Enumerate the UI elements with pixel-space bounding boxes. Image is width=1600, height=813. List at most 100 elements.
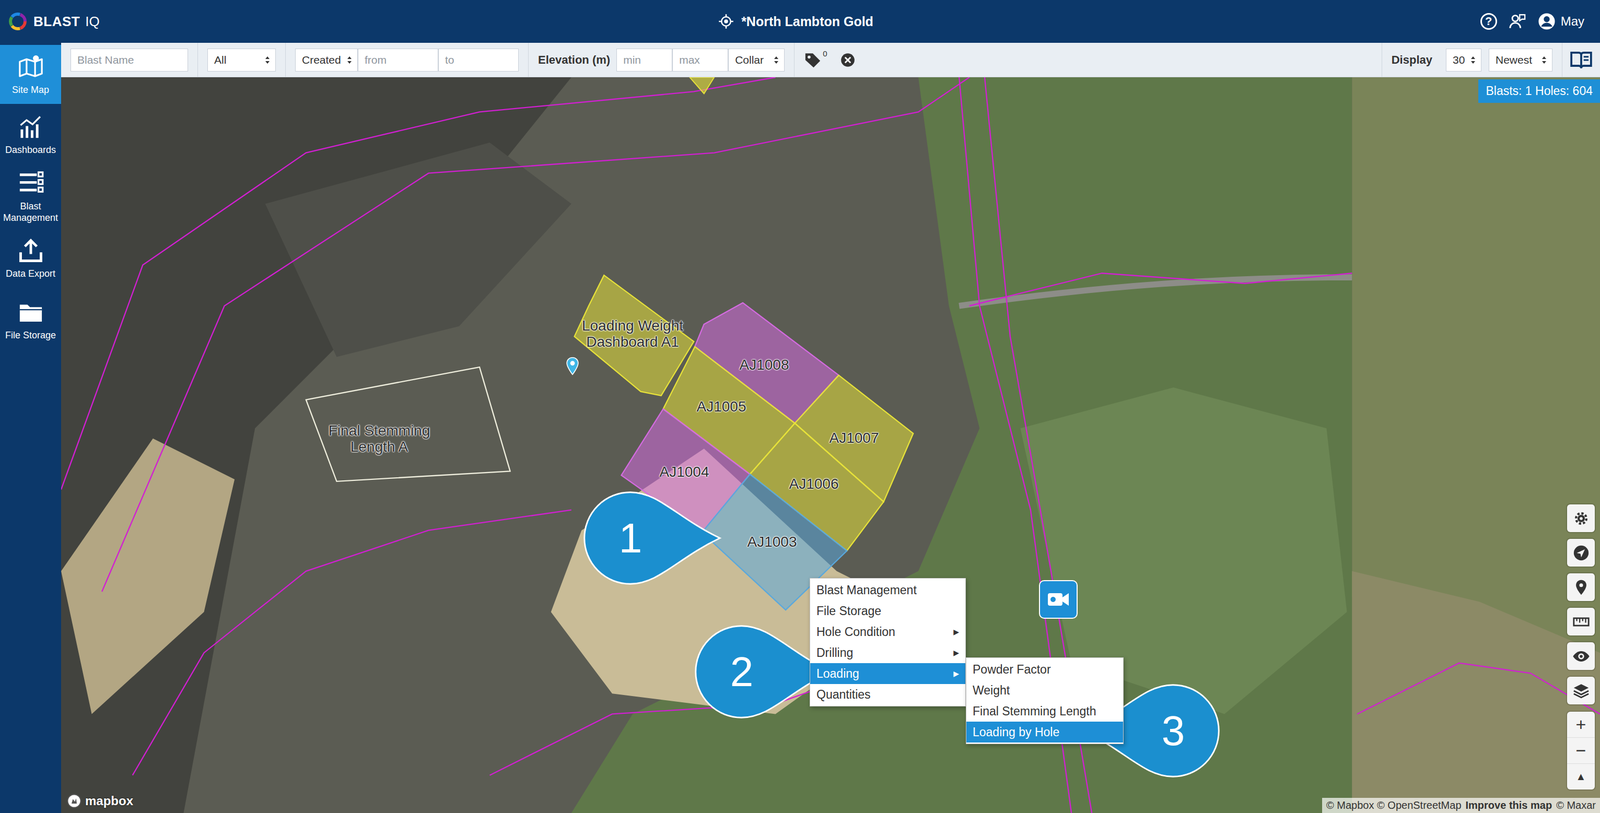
- locate-button[interactable]: [1567, 539, 1595, 567]
- callout-number: 2: [695, 621, 788, 723]
- menu-item-label: Weight: [972, 683, 1010, 698]
- blast-shape[interactable]: [306, 367, 511, 482]
- display-group: Display 30Newest: [1381, 42, 1563, 77]
- top-bar: BLASTIQ*North Lambton Gold? May: [0, 0, 1600, 43]
- tag-group: 0: [794, 42, 865, 77]
- submenu-item[interactable]: Final Stemming Length: [966, 701, 1124, 722]
- logo[interactable]: BLASTIQ: [7, 10, 719, 32]
- submenu-arrow: ▶: [953, 667, 960, 681]
- elevation-ref-select[interactable]: Collar: [728, 48, 785, 72]
- blast-label[interactable]: AJ1003: [747, 534, 798, 551]
- mapbox-logo[interactable]: mapbox: [66, 793, 134, 810]
- attribution-imagery[interactable]: © Maxar: [1556, 799, 1596, 812]
- site-selector[interactable]: *North Lambton Gold: [718, 13, 874, 30]
- blast-label[interactable]: AJ1008: [739, 357, 790, 374]
- main: AllCreatedElevation (m)Collar0Display30N…: [61, 42, 1600, 813]
- marker-button[interactable]: [1567, 573, 1595, 602]
- sidebar-item[interactable]: File Storage: [0, 289, 62, 352]
- blast-label[interactable]: Final Stemming Length A: [316, 423, 442, 456]
- logo-suffix: IQ: [85, 13, 100, 30]
- layers-icon: [1572, 682, 1591, 700]
- zoom-in-button[interactable]: +: [1567, 711, 1595, 739]
- tag-filter[interactable]: 0: [803, 51, 827, 69]
- sidebar-label: Data Export: [5, 268, 56, 280]
- submenu-item[interactable]: Powder Factor: [966, 659, 1124, 681]
- attribution-credits[interactable]: © Mapbox © OpenStreetMap: [1326, 799, 1462, 812]
- legend-toggle[interactable]: [1562, 42, 1600, 77]
- submenu-item[interactable]: Loading by Hole: [966, 721, 1124, 743]
- book-icon: [1569, 50, 1593, 70]
- zoom-controls: +−▲: [1567, 711, 1595, 790]
- context-menu-item[interactable]: File Storage: [810, 600, 966, 622]
- body: Site Map Dashboards Blast Management Data E…: [0, 42, 1600, 813]
- context-menu-item[interactable]: Loading▶: [810, 663, 966, 685]
- date-from-input[interactable]: [357, 48, 439, 72]
- submenu-arrow: ▶: [953, 646, 960, 660]
- clear-filters-icon[interactable]: [840, 52, 856, 68]
- help-button[interactable]: ?: [1480, 13, 1498, 30]
- callout-number: 3: [1127, 680, 1220, 782]
- sidebar-item[interactable]: Data Export: [0, 227, 62, 290]
- ruler-icon: [1572, 613, 1591, 632]
- sidebar-label: Dashboards: [5, 144, 56, 157]
- menu-item-label: Hole Condition: [816, 625, 896, 639]
- layers-button[interactable]: [1567, 676, 1595, 705]
- date-field-select[interactable]: Created: [295, 48, 358, 72]
- context-menu-item[interactable]: Blast Management: [810, 579, 966, 601]
- filter-bar: AllCreatedElevation (m)Collar0Display30N…: [61, 42, 1600, 78]
- folder-icon: [17, 298, 45, 326]
- blast-label[interactable]: AJ1006: [789, 476, 839, 493]
- date-to-input[interactable]: [438, 48, 519, 72]
- context-menu: Blast ManagementFile StorageHole Conditi…: [809, 578, 966, 707]
- context-menu-item[interactable]: Drilling ▶: [810, 642, 966, 664]
- blast-shape[interactable]: [689, 77, 715, 94]
- north-button[interactable]: ▲: [1567, 764, 1595, 790]
- sidebar-item[interactable]: Blast Management: [0, 165, 62, 228]
- date-group: Created: [285, 42, 529, 77]
- sort-select[interactable]: Newest: [1488, 48, 1553, 72]
- blastiq-app: BLASTIQ*North Lambton Gold? May Site Map Da…: [0, 0, 1600, 813]
- context-menu-item[interactable]: Hole Condition▶: [810, 621, 966, 643]
- submenu-item[interactable]: Weight: [966, 680, 1124, 702]
- sidebar-item[interactable]: Site Map: [0, 44, 62, 104]
- mapbox-logo-text: mapbox: [85, 793, 134, 809]
- elevation-min-input[interactable]: [616, 48, 673, 72]
- eye-icon: [1572, 647, 1591, 666]
- map-attribution: © Mapbox © OpenStreetMapImprove this map…: [1322, 798, 1600, 813]
- measure-button[interactable]: [1567, 608, 1595, 636]
- map-pin-icon[interactable]: [565, 356, 580, 376]
- blast-label[interactable]: Loading Weight Dashboard A1: [569, 318, 696, 351]
- context-menu-item[interactable]: Quantities: [810, 684, 966, 706]
- zoom-out-button[interactable]: −: [1567, 738, 1595, 765]
- settings-button[interactable]: [1567, 504, 1595, 533]
- top-actions: ? May: [873, 12, 1585, 31]
- loading-submenu: Powder Factor Weight Final Stemming Length…: [965, 657, 1124, 745]
- status-select[interactable]: All: [207, 48, 276, 72]
- callout-number: 1: [584, 487, 677, 590]
- navigation-arrow-icon: [1572, 544, 1591, 563]
- display-label: Display: [1391, 53, 1433, 67]
- display-count-select[interactable]: 30: [1445, 48, 1482, 72]
- logo-ring-icon: [7, 10, 29, 32]
- visibility-button[interactable]: [1567, 642, 1595, 671]
- menu-item-label: Loading by Hole: [972, 725, 1060, 740]
- site-map[interactable]: Loading Weight Dashboard A1 AJ1008 AJ1005 A…: [61, 77, 1600, 813]
- menu-item-label: Drilling: [816, 646, 854, 660]
- improve-map-link[interactable]: Improve this map: [1465, 799, 1553, 812]
- camera-marker[interactable]: [1038, 580, 1078, 620]
- feedback-icon[interactable]: [1508, 12, 1527, 31]
- satellite-imagery: [61, 77, 1600, 813]
- blast-name-input[interactable]: [70, 48, 189, 72]
- elevation-max-input[interactable]: [672, 48, 729, 72]
- user-menu[interactable]: May: [1537, 12, 1585, 31]
- blast-label[interactable]: AJ1007: [829, 430, 880, 447]
- callout-shape: [579, 487, 722, 590]
- menu-item-label: Quantities: [816, 687, 871, 702]
- mapbox-logo-icon: [66, 793, 83, 810]
- select-arrows-icon: [1541, 55, 1547, 65]
- blast-label[interactable]: AJ1004: [659, 464, 710, 481]
- blast-label[interactable]: AJ1005: [696, 399, 747, 416]
- sidebar-item[interactable]: Dashboards: [0, 103, 62, 166]
- target-icon: [718, 13, 734, 30]
- upload-icon: [17, 237, 45, 265]
